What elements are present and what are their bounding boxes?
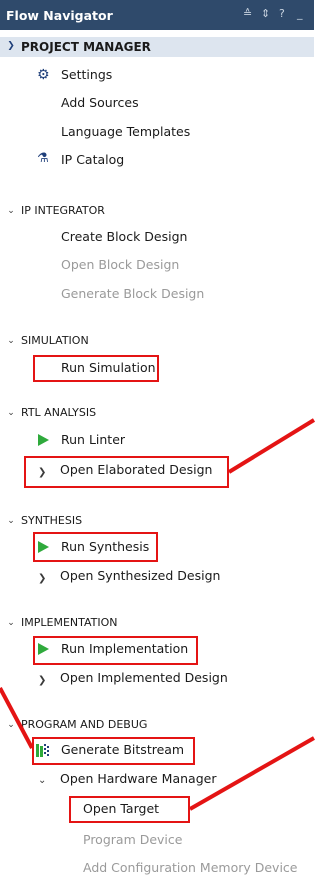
connector-line-elaborated: [227, 418, 316, 474]
annotation-lines: [0, 418, 316, 811]
connector-line-open-target: [189, 736, 315, 811]
connector-line-bitstream: [0, 687, 34, 749]
